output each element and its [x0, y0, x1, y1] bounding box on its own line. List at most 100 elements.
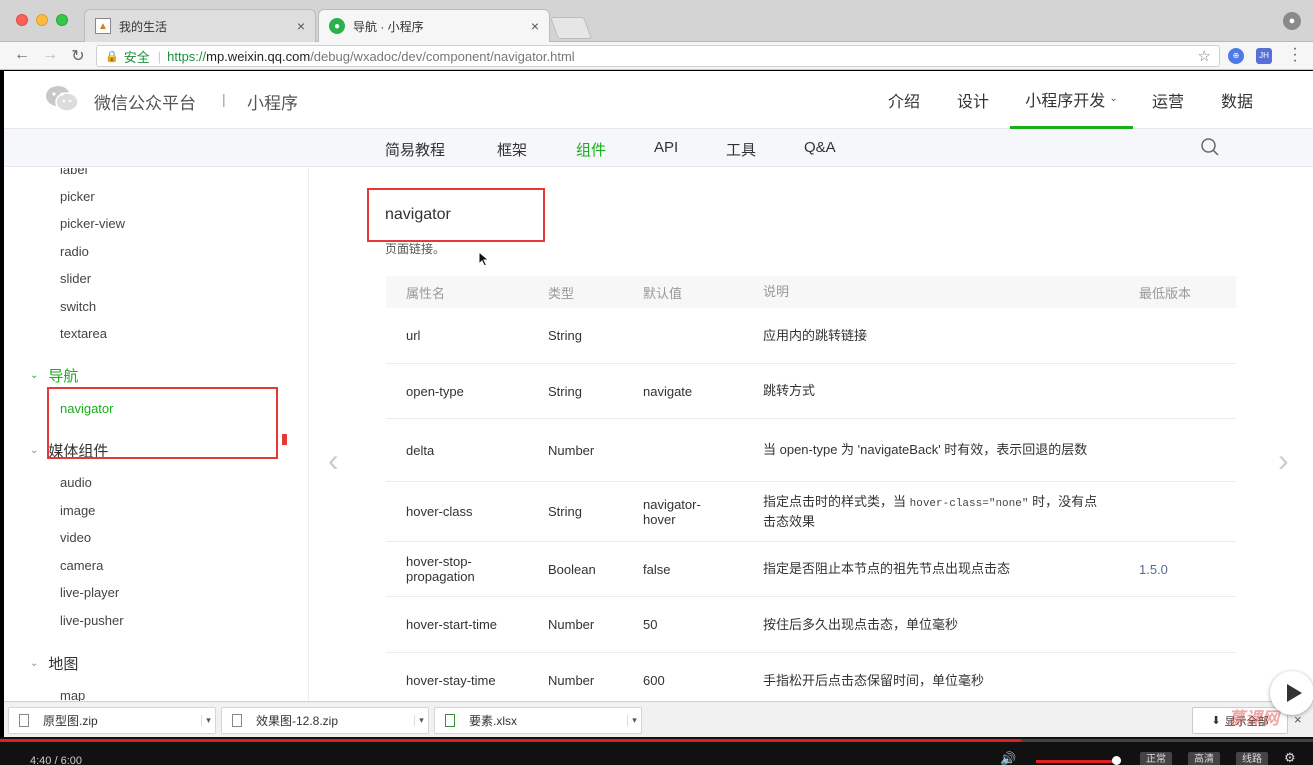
attr-default: 600 — [643, 673, 665, 688]
top-nav-design[interactable]: 设计 — [957, 71, 989, 129]
column-header: 类型 — [548, 285, 575, 301]
next-page-arrow-icon[interactable]: › — [1278, 442, 1289, 479]
table-row: url String 应用内的跳转链接 — [386, 308, 1236, 364]
attr-desc: 手指松开后点击态保留时间，单位毫秒 — [763, 672, 985, 688]
site-logo-title[interactable]: 微信公众平台 — [94, 89, 196, 114]
browser-menu-icon[interactable]: · · · — [1290, 41, 1300, 69]
dropdown-arrow-icon[interactable]: ▾ — [201, 715, 215, 726]
url-input[interactable]: 🔒 安全 | https:// mp.weixin.qq.com /debug/… — [96, 45, 1220, 67]
sidebar-item-video[interactable]: video — [60, 530, 91, 545]
profile-icon[interactable]: ● — [1283, 12, 1301, 30]
attr-type: Number — [548, 442, 595, 458]
sidebar-item-camera[interactable]: camera — [60, 558, 103, 573]
download-filename: 要素.xlsx — [469, 714, 518, 728]
attr-desc: 指定是否阻止本节点的祖先节点出现点击态 — [763, 561, 1011, 576]
download-item[interactable]: 效果图-12.8.zip ▾ — [221, 707, 429, 734]
sidebar-item-textarea[interactable]: textarea — [60, 326, 107, 341]
extension-icon[interactable]: ⊕ — [1228, 48, 1244, 64]
volume-slider-handle[interactable] — [1111, 756, 1121, 765]
tab-title: 我的生活 — [119, 19, 168, 34]
attr-type: Number — [548, 617, 595, 632]
sidebar-item-picker-view[interactable]: picker-view — [60, 216, 125, 231]
volume-icon[interactable]: 🔊 — [1000, 751, 1016, 765]
spreadsheet-file-icon — [445, 714, 455, 727]
route-button[interactable]: 线路 — [1236, 752, 1268, 765]
top-nav-operate[interactable]: 运营 — [1152, 71, 1184, 129]
reload-icon[interactable]: ↻ — [68, 46, 88, 66]
video-player-bar: 4:40 / 6:00 🔊 正常 高清 线路 ⚙ — [0, 737, 1313, 765]
forward-arrow-icon[interactable]: → — [40, 46, 60, 64]
play-button[interactable] — [1270, 671, 1313, 715]
table-header: 属性名 类型 默认值 说明 最低版本 — [386, 276, 1236, 308]
gear-icon[interactable]: ⚙ — [1284, 750, 1296, 765]
top-nav-data[interactable]: 数据 — [1221, 71, 1253, 129]
browser-tab-navigator[interactable]: ● 导航 · 小程序 × — [318, 9, 550, 42]
attr-name: hover-start-time — [406, 617, 498, 632]
window-zoom-button[interactable] — [56, 14, 68, 26]
sidebar-item-audio[interactable]: audio — [60, 475, 92, 490]
sidebar-item-radio[interactable]: radio — [60, 244, 89, 259]
sidebar-item-image[interactable]: image — [60, 503, 95, 518]
site-logo-subtitle[interactable]: 小程序 — [247, 89, 298, 114]
bookmark-star-icon[interactable]: ☆ — [1198, 47, 1211, 65]
tab-qa[interactable]: Q&A — [804, 139, 836, 156]
wechat-logo-icon[interactable] — [44, 84, 80, 114]
sidebar-group-map[interactable]: ⌄ 地图 — [30, 653, 78, 674]
new-tab-button[interactable] — [549, 17, 593, 39]
column-header: 说明 — [763, 284, 790, 299]
attr-name: hover-class — [406, 504, 473, 519]
tab-tools[interactable]: 工具 — [726, 139, 756, 160]
download-item[interactable]: 要素.xlsx ▾ — [434, 707, 642, 734]
download-filename: 原型图.zip — [43, 714, 98, 728]
dropdown-arrow-icon[interactable]: ▾ — [414, 715, 428, 726]
sidebar-item-live-pusher[interactable]: live-pusher — [60, 613, 124, 628]
annotation-highlight-box — [367, 188, 545, 242]
tab-framework[interactable]: 框架 — [497, 139, 527, 160]
browser-tab-my-life[interactable]: ▲ 我的生活 × — [84, 9, 316, 42]
attr-desc: 当 open-type 为 'navigateBack' 时有效，表示回退的层数 — [763, 442, 1088, 457]
seek-bar-progress — [0, 739, 1022, 742]
secure-label: 安全 — [123, 49, 150, 65]
sidebar-item-map[interactable]: map — [60, 688, 85, 701]
extension-jh-icon[interactable]: JH — [1256, 48, 1272, 64]
file-icon — [232, 714, 242, 727]
chevron-down-icon: ⌄ — [1109, 93, 1118, 104]
download-item[interactable]: 原型图.zip ▾ — [8, 707, 216, 734]
url-divider: | — [157, 48, 162, 64]
quality-normal-button[interactable]: 正常 — [1140, 752, 1172, 765]
attr-desc: 跳转方式 — [763, 383, 816, 398]
tab-close-icon[interactable]: × — [297, 18, 305, 34]
quality-hd-button[interactable]: 高清 — [1188, 752, 1220, 765]
sidebar-group-label: 导航 — [48, 368, 79, 385]
sidebar-group-navigation[interactable]: ⌄ 导航 — [30, 365, 78, 386]
volume-level — [1036, 760, 1116, 763]
back-arrow-icon[interactable]: ← — [12, 46, 32, 64]
table-row: delta Number 当 open-type 为 'navigateBack… — [386, 419, 1236, 482]
sidebar-item-picker[interactable]: picker — [60, 189, 95, 204]
tab-api[interactable]: API — [654, 139, 678, 156]
download-filename: 效果图-12.8.zip — [256, 714, 339, 728]
search-icon[interactable] — [1200, 137, 1220, 157]
sidebar-item-switch[interactable]: switch — [60, 299, 96, 314]
chevron-down-icon: ⌄ — [30, 445, 39, 456]
sidebar-item-slider[interactable]: slider — [60, 271, 91, 286]
sidebar-item-label[interactable]: label — [60, 168, 87, 177]
tab-tutorial[interactable]: 简易教程 — [385, 139, 445, 160]
tab-components[interactable]: 组件 — [576, 139, 606, 160]
top-nav-develop[interactable]: 小程序开发 ⌄ — [1010, 71, 1133, 129]
prev-page-arrow-icon[interactable]: ‹ — [328, 442, 339, 479]
attr-version: 1.5.0 — [1139, 561, 1168, 577]
annotation-mark — [282, 434, 287, 445]
dropdown-arrow-icon[interactable]: ▾ — [627, 715, 641, 726]
tab-close-icon[interactable]: × — [531, 18, 539, 34]
top-nav-intro[interactable]: 介绍 — [888, 71, 920, 129]
sidebar-item-live-player[interactable]: live-player — [60, 585, 119, 600]
attr-desc: 应用内的跳转链接 — [763, 327, 868, 343]
play-icon — [1287, 684, 1302, 702]
window-minimize-button[interactable] — [36, 14, 48, 26]
lock-icon: 🔒 — [105, 50, 119, 63]
attr-default: false — [643, 561, 671, 577]
downloads-shelf: 原型图.zip ▾ 效果图-12.8.zip ▾ 要素.xlsx ▾ ⬇ 显示全… — [4, 701, 1313, 737]
table-row: hover-stay-time Number 600 手指松开后点击态保留时间，… — [386, 653, 1236, 701]
window-close-button[interactable] — [16, 14, 28, 26]
